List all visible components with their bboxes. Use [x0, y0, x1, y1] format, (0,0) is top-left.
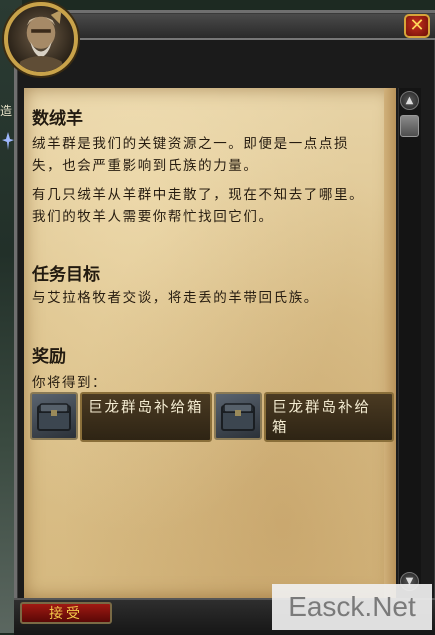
- quest-giver-portrait: [4, 2, 78, 76]
- scrollbar-thumb[interactable]: [400, 115, 419, 137]
- rewards-heading: 奖励: [32, 347, 66, 367]
- close-button[interactable]: ✕: [404, 14, 430, 38]
- quest-description-1: 绒羊群是我们的关键资源之一。即便是一点点损失，也会严重影响到氏族的力量。: [32, 136, 350, 174]
- title-bar: [60, 14, 435, 40]
- chevron-up-icon: ▲: [405, 95, 414, 106]
- spark-icon: [2, 132, 14, 150]
- orc-portrait-icon: [16, 9, 66, 72]
- chest-icon: [214, 392, 262, 440]
- accept-button[interactable]: 接受: [20, 602, 112, 624]
- quest-title: 数绒羊: [32, 109, 83, 129]
- rewards-subheading: 你将得到：: [32, 375, 107, 391]
- objectives-text: 与艾拉格牧者交谈，将走丢的羊带回氏族。: [32, 290, 319, 306]
- reward-name: 巨龙群岛补给箱: [88, 400, 204, 416]
- close-icon: ✕: [409, 15, 425, 36]
- objectives-heading: 任务目标: [32, 265, 100, 285]
- backdrop-edge-text: 造: [0, 104, 13, 118]
- reward-item[interactable]: 巨龙群岛补给箱: [214, 392, 394, 442]
- reward-item[interactable]: 巨龙群岛补给箱: [30, 392, 212, 442]
- reward-name: 巨龙群岛补给箱: [272, 400, 371, 436]
- scrollbar-track[interactable]: [398, 88, 421, 588]
- reward-label-box: 巨龙群岛补给箱: [264, 392, 394, 442]
- reward-label-box: 巨龙群岛补给箱: [80, 392, 212, 442]
- parchment-edge: [384, 88, 396, 598]
- scroll-up-button[interactable]: ▲: [400, 91, 419, 110]
- watermark: Easck.Net: [272, 584, 432, 630]
- quest-description-2: 有几只绒羊从羊群中走散了，现在不知去了哪里。我们的牧羊人需要你帮忙找回它们。: [32, 187, 365, 225]
- chest-icon: [30, 392, 78, 440]
